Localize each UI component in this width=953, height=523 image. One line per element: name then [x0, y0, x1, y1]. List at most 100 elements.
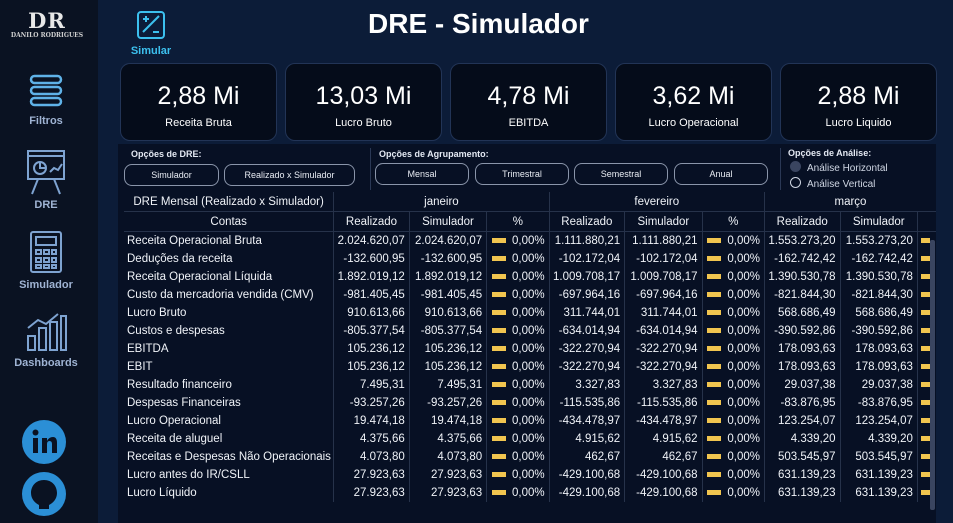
simulador-cell: 3.327,83: [624, 376, 703, 394]
percent-cell: 0,00%: [486, 286, 550, 304]
percent-cell: 0,00%: [486, 268, 550, 286]
percent-value: 0,00%: [727, 289, 760, 301]
linkedin-link[interactable]: [22, 420, 66, 464]
simulador-cell: 4.375,66: [408, 430, 487, 448]
indicator-bar: [707, 238, 722, 243]
realizado-x-simulador-button[interactable]: Realizado x Simulador: [224, 164, 355, 186]
table-row: Resultado financeiro 7.495,31 7.495,31 0,00…: [124, 376, 936, 394]
table-row: EBIT 105.236,12 105.236,12 0,00% -322.270,94…: [124, 358, 936, 376]
bar-chart-icon: [27, 313, 67, 351]
percent-cell: 0,00%: [486, 340, 550, 358]
col-header: Simulador: [408, 211, 487, 232]
percent-cell: 0,00%: [701, 340, 765, 358]
percent-cell: 0,00%: [701, 448, 765, 466]
simular-button[interactable]: Simular: [126, 10, 176, 57]
indicator-bar: [491, 382, 506, 387]
simulador-cell: -429.100,68: [624, 484, 703, 502]
realizado-cell: -390.592,86: [763, 322, 841, 340]
table-row: EBITDA 105.236,12 105.236,12 0,00% -322.270,…: [124, 340, 936, 358]
logo-initials: DR: [28, 8, 66, 33]
scrollbar[interactable]: [930, 240, 935, 510]
percent-cell: 0,00%: [701, 358, 765, 376]
percent-value: 0,00%: [511, 361, 545, 373]
simulador-cell: 568.686,49: [839, 304, 918, 322]
percent-cell: 0,00%: [701, 376, 765, 394]
table-row: Receitas e Despesas Não Operacionais 4.07…: [124, 448, 936, 466]
filter-icon: [29, 74, 63, 107]
realizado-cell: 1.553.273,20: [763, 231, 841, 250]
col-header: Realizado: [548, 211, 625, 232]
kpi-value: 4,78 Mi: [487, 82, 570, 110]
simulador-cell: 7.495,31: [408, 376, 487, 394]
table-row: Lucro antes do IR/CSLL 27.923,63 27.923,63…: [124, 466, 936, 484]
anual-button[interactable]: Anual: [674, 163, 768, 185]
percent-value: 0,00%: [727, 253, 760, 265]
simulador-cell: 4.915,62: [624, 430, 703, 448]
indicator-bar: [491, 436, 506, 441]
nav-dre[interactable]: DRE: [0, 148, 92, 211]
indicator-bar: [920, 454, 930, 459]
kpi-card: 2,88 Mi Receita Bruta: [120, 63, 277, 141]
percent-value: 0,00%: [727, 235, 760, 247]
account-name: EBITDA: [127, 343, 169, 355]
percent-value: 0,00%: [511, 397, 545, 409]
simulador-cell: 178.093,63: [839, 358, 918, 376]
divider: [370, 148, 371, 190]
trimestral-button[interactable]: Trimestral: [475, 163, 569, 185]
semestral-button[interactable]: Semestral: [574, 163, 668, 185]
realizado-cell: 1.390.530,78: [763, 268, 841, 286]
analysis-options-label: Opções de Análise:: [788, 148, 872, 158]
account-name: Custo da mercadoria vendida (CMV): [127, 289, 314, 301]
indicator-bar: [707, 256, 722, 261]
percent-value: 0,00%: [727, 487, 760, 499]
table-row: Despesas Financeiras -93.257,26 -93.257,26…: [124, 394, 936, 412]
realizado-cell: -434.478,97: [548, 412, 625, 430]
indicator-bar: [491, 346, 506, 351]
percent-value: 0,00%: [511, 253, 545, 265]
realizado-cell: 1.111.880,21: [548, 231, 625, 250]
radio-analise-vertical[interactable]: Análise Vertical: [790, 177, 875, 190]
dre-options-label: Opções de DRE:: [131, 149, 202, 159]
col-header: %: [486, 211, 550, 232]
simulador-button[interactable]: Simulador: [124, 164, 219, 186]
indicator-bar: [920, 364, 930, 369]
simulador-cell: 105.236,12: [408, 340, 487, 358]
radio-analise-horizontal[interactable]: Análise Horizontal: [790, 161, 888, 174]
realizado-cell: 105.236,12: [333, 358, 410, 376]
indicator-bar: [707, 364, 722, 369]
simulador-cell: -981.405,45: [408, 286, 487, 304]
month-header: janeiro: [333, 192, 550, 212]
account-name: Receitas e Despesas Não Operacionais: [127, 451, 331, 463]
simulador-cell: 27.923,63: [408, 466, 487, 484]
realizado-cell: -322.270,94: [548, 358, 625, 376]
percent-value: 0,00%: [511, 469, 545, 481]
percent-value: 0,00%: [511, 433, 545, 445]
simulador-cell: 29.037,38: [839, 376, 918, 394]
indicator-bar: [491, 472, 506, 477]
percent-value: 0,00%: [727, 379, 760, 391]
realizado-cell: 29.037,38: [763, 376, 841, 394]
percent-cell: 0,00%: [701, 466, 765, 484]
simulador-cell: -102.172,04: [624, 250, 703, 268]
indicator-bar: [707, 328, 722, 333]
mensal-button[interactable]: Mensal: [375, 163, 469, 185]
table-row: Receita Operacional Bruta 2.024.620,07 2.0…: [124, 231, 936, 250]
percent-cell: 0,00%: [486, 250, 550, 268]
table-row: Receita Operacional Líquida 1.892.019,12 1…: [124, 268, 936, 286]
indicator-bar: [491, 454, 506, 459]
nav-filtros[interactable]: Filtros: [0, 72, 92, 127]
nav-simulador[interactable]: Simulador: [0, 230, 92, 291]
indicator-bar: [491, 256, 506, 261]
indicator-bar: [707, 292, 722, 297]
kpi-card: 3,62 Mi Lucro Operacional: [615, 63, 772, 141]
github-link[interactable]: [22, 472, 66, 516]
account-name: Deduções da receita: [127, 253, 233, 265]
simulate-icon: [137, 11, 165, 39]
logo-name: DANILO RODRIGUES: [10, 32, 84, 39]
indicator-bar: [920, 256, 930, 261]
simulador-cell: -115.535,86: [624, 394, 703, 412]
kpi-value: 2,88 Mi: [817, 82, 900, 110]
simulador-cell: 910.613,66: [408, 304, 487, 322]
account-name: Resultado financeiro: [127, 379, 232, 391]
nav-dashboards[interactable]: Dashboards: [0, 312, 92, 369]
